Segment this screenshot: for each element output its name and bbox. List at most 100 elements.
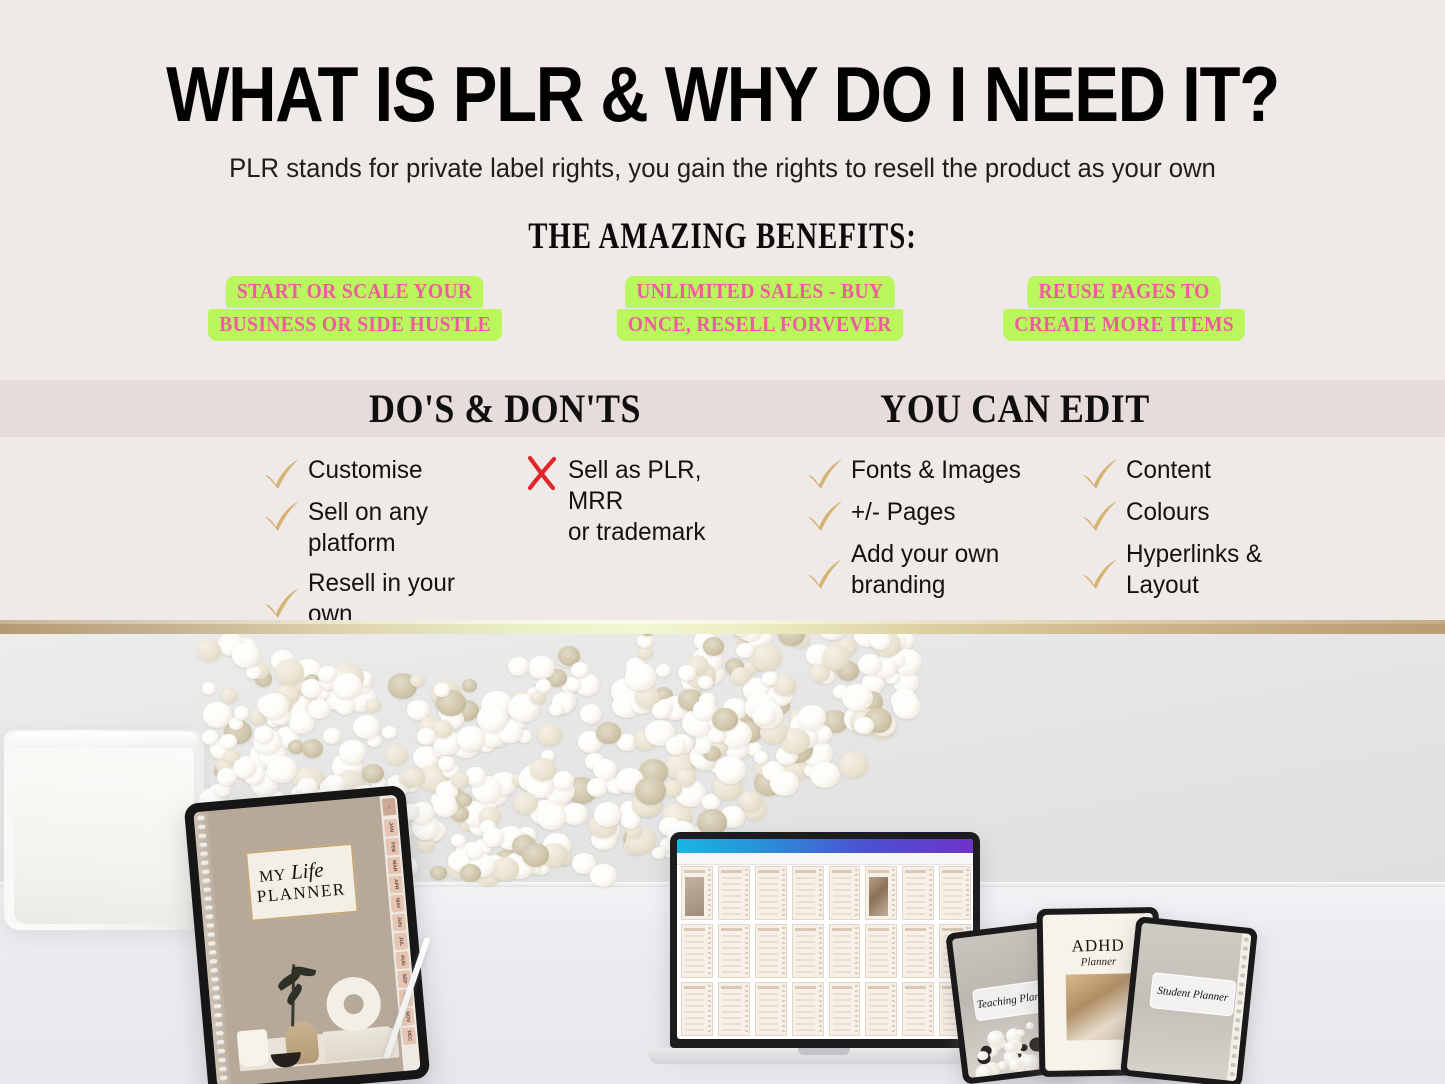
pdf-toolbar[interactable]	[677, 839, 973, 853]
pdf-page-thumbnail[interactable]	[865, 982, 898, 1036]
flower-petal	[432, 794, 458, 817]
list-item-label: Fonts & Images	[851, 456, 1021, 484]
benefit-pill-1-line2: BUSINESS OR SIDE HUSTLE	[207, 309, 503, 341]
check-icon	[1080, 538, 1120, 589]
flower-petal	[202, 682, 217, 695]
list-item: Add your own branding	[805, 538, 1055, 601]
pdf-page-thumbnail[interactable]	[902, 866, 935, 920]
list-item-label: Sell as PLR, MRR or trademark	[568, 456, 706, 546]
flower-petal	[384, 744, 408, 765]
pdf-page-thumbnail[interactable]	[939, 866, 971, 920]
laptop-screen	[677, 839, 973, 1039]
flower-petal	[220, 734, 237, 749]
spiral-ring	[1233, 1035, 1239, 1041]
pdf-page-thumbnail[interactable]	[717, 982, 750, 1036]
flower-petal	[579, 703, 603, 724]
month-tab-apr[interactable]: APR	[388, 875, 404, 894]
flower-petal	[637, 634, 653, 649]
benefit-pill-1: START OR SCALE YOUR BUSINESS OR SIDE HUS…	[185, 276, 525, 341]
spiral-ring	[1237, 1000, 1243, 1005]
pdf-page-thumbnail[interactable]	[828, 982, 861, 1036]
flower-petal	[753, 751, 768, 765]
spiral-ring	[202, 887, 212, 893]
flower-petal	[382, 725, 398, 740]
spiral-ring	[1234, 1026, 1240, 1032]
flower-petal	[593, 802, 622, 827]
gold-divider	[0, 620, 1445, 634]
pdf-page-thumbnail[interactable]	[681, 924, 713, 978]
candle-rim	[10, 732, 198, 748]
check-icon	[805, 454, 845, 489]
home-tab-icon[interactable]: ⌂	[381, 797, 397, 816]
check-icon	[1080, 454, 1120, 489]
spiral-ring	[207, 940, 217, 947]
spiral-ring	[217, 1057, 227, 1064]
month-tab-may[interactable]: MAY	[390, 894, 405, 913]
month-tab-aug[interactable]: AUG	[395, 951, 410, 970]
flower-petal	[216, 767, 238, 786]
pdf-page-thumbnail[interactable]	[681, 866, 713, 920]
benefit-pill-1-line1: START OR SCALE YOUR	[226, 276, 484, 308]
spiral-ring	[199, 842, 208, 849]
spiral-ring	[213, 1012, 223, 1019]
spiral-ring	[210, 967, 219, 974]
flower-petal	[430, 865, 448, 881]
benefit-pill-2-line2: ONCE, RESELL FORVEVER	[616, 309, 903, 341]
pdf-page-thumbnail[interactable]	[681, 982, 713, 1036]
flower-petal	[530, 690, 546, 704]
flower-petal	[365, 698, 381, 713]
spiral-ring	[1236, 1009, 1242, 1014]
flower-petal	[220, 688, 238, 704]
pdf-page-thumbnail[interactable]	[754, 924, 787, 978]
pdf-page-thumbnail[interactable]	[754, 982, 787, 1036]
tablet-screen: Student Planner	[1126, 922, 1252, 1082]
list-item: Content	[1080, 454, 1310, 489]
pdf-page-thumbnail[interactable]	[791, 924, 824, 978]
cover-my-text: MY	[258, 866, 287, 886]
list-item: Sell on any platform	[262, 496, 512, 559]
pdf-page-thumbnail[interactable]	[865, 866, 898, 920]
list-item: Colours	[1080, 496, 1310, 531]
flower-petal	[460, 863, 481, 882]
pdf-page-thumbnail[interactable]	[791, 866, 824, 920]
pdf-page-thumbnail[interactable]	[754, 866, 787, 920]
page-subtitle: PLR stands for private label rights, you…	[229, 153, 1216, 183]
spiral-ring	[214, 1021, 224, 1028]
pdf-page-grid[interactable]	[681, 866, 971, 1036]
pdf-page-thumbnail[interactable]	[717, 866, 750, 920]
pdf-page-thumbnail[interactable]	[828, 866, 861, 920]
flower-petal	[809, 761, 840, 788]
you-can-edit-right-column: Content Colours Hyperlinks & Layout	[1080, 454, 1310, 609]
check-icon	[262, 496, 302, 531]
pdf-page-thumbnail[interactable]	[902, 982, 935, 1036]
flower-petal	[233, 706, 250, 721]
comparison-band: DO'S & DON'TS YOU CAN EDIT Customise Sel…	[0, 380, 1445, 659]
check-icon	[262, 454, 302, 489]
flower-petal	[656, 664, 672, 678]
pdf-page-thumbnail[interactable]	[717, 924, 750, 978]
pdf-page-thumbnail[interactable]	[791, 982, 824, 1036]
flower-petal	[434, 682, 451, 697]
flower-petal	[528, 655, 555, 680]
flower-petal	[451, 833, 466, 847]
pdf-page-thumbnail[interactable]	[828, 924, 861, 978]
month-tab-mar[interactable]: MAR	[387, 856, 402, 875]
flower-petal	[536, 723, 563, 746]
spiral-ring	[204, 905, 213, 911]
month-tab-jun[interactable]: JUN	[392, 913, 407, 932]
check-icon	[262, 567, 302, 618]
benefit-pill-2-line1: UNLIMITED SALES - BUY	[624, 276, 895, 308]
pdf-page-thumbnail[interactable]	[902, 924, 935, 978]
month-tab-jan[interactable]: JAN	[383, 818, 399, 837]
month-tab-jul[interactable]: JUL	[393, 932, 409, 951]
flower-petal	[274, 659, 304, 686]
benefit-pill-3-line1: REUSE PAGES TO	[1027, 276, 1221, 308]
benefit-pill-3: REUSE PAGES TO CREATE MORE ITEMS	[984, 276, 1264, 341]
pdf-page-thumbnail[interactable]	[865, 924, 898, 978]
spiral-ring	[216, 1039, 225, 1046]
flower-petal	[477, 705, 508, 732]
flower-petal	[352, 715, 380, 740]
pdf-subtoolbar[interactable]	[677, 853, 973, 865]
month-tab-dec[interactable]: DEC	[401, 1026, 417, 1045]
month-tab-feb[interactable]: FEB	[385, 837, 400, 856]
